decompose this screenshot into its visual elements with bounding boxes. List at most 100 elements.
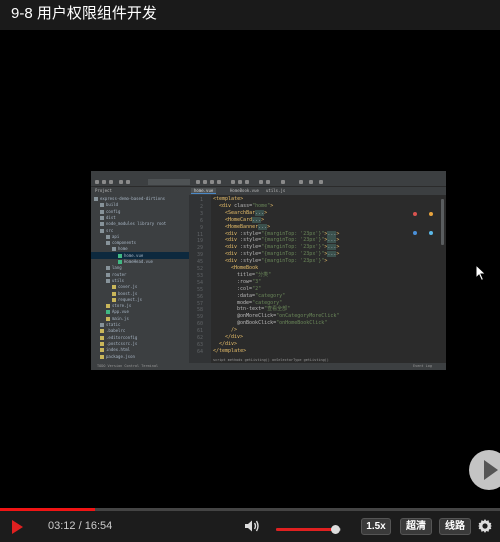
tree-item[interactable]: package.json — [100, 353, 135, 360]
tree-item-label: static — [106, 322, 121, 327]
code-token: "onHomeBookClick" — [276, 320, 328, 327]
line-number: 29 — [196, 245, 203, 252]
volume-fill — [276, 528, 336, 531]
tree-item-label: request.js — [118, 296, 143, 302]
tree-item-label: .postcssrc.js — [106, 340, 138, 346]
editor-tab[interactable]: HomeBook.vue — [227, 188, 262, 194]
tree-item[interactable]: HomeHead.vue — [118, 258, 153, 265]
line-number: 52 — [196, 266, 203, 272]
route-button[interactable]: 线路 — [439, 518, 471, 535]
tree-item-label: home.vue — [124, 252, 144, 258]
save-icon — [102, 180, 106, 184]
code-token: "{marginTop: '23px'}" — [261, 258, 325, 265]
folder-file-icon — [94, 197, 98, 201]
line-number: 59 — [196, 314, 203, 321]
revert-icon — [266, 180, 270, 184]
editor-scrollbar — [441, 199, 444, 245]
editor-tab[interactable]: utils.js — [263, 188, 288, 194]
tree-item-label: home — [118, 246, 128, 252]
tree-item-label: cover.js — [118, 284, 138, 290]
time-separator: / — [75, 520, 85, 532]
chrome-icon — [413, 212, 417, 216]
tree-item-label: components — [112, 240, 137, 246]
project-tree: express-demo-based-dirtions build config di… — [91, 195, 189, 363]
mouse-cursor-icon — [475, 264, 487, 282]
structure-icon — [309, 180, 313, 184]
header-bar: 9-8 用户权限组件开发 — [0, 0, 500, 30]
tree-item-label: .babelrc — [106, 328, 126, 334]
quality-button[interactable]: 超清 — [400, 518, 432, 535]
code-editor: <template> <div class="home"> <SearchBar..… — [213, 195, 441, 363]
tree-item-label: boost.js — [118, 290, 138, 296]
vcs-commit-icon — [245, 180, 249, 184]
back-icon — [119, 180, 123, 184]
forward-icon — [126, 180, 130, 184]
tree-item-label: dist — [106, 214, 116, 220]
tree-item-label: .editorconfig — [106, 334, 138, 340]
code-line: @onBookClick="onHomeBookClick" — [237, 319, 327, 328]
line-number: 56 — [196, 293, 203, 300]
line-number: 45 — [196, 259, 203, 266]
run-icon — [196, 180, 200, 184]
tree-item-label: build — [106, 202, 119, 208]
editor-tabs: home.vue HomeBook.vue utils.js — [189, 187, 446, 195]
coverage-icon — [210, 180, 214, 184]
edge-icon — [428, 231, 433, 235]
folder-file-icon — [100, 228, 104, 233]
line-number: 3 — [199, 210, 203, 217]
terminal-icon — [281, 180, 285, 184]
project-panel-header: Project — [91, 187, 189, 195]
safari-icon — [413, 231, 417, 235]
line-number: 54 — [196, 279, 203, 286]
ide-screenshot: Project express-demo-based-dirtions build… — [91, 171, 446, 370]
editor-gutter: 1 2 3 6 9 11 19 29 39 45 52 53 54 55 56 57 58 59 60 61 62 63 6… — [189, 195, 211, 363]
duration: 16:54 — [84, 520, 113, 532]
js-file-icon — [100, 354, 104, 359]
line-number: 55 — [196, 286, 203, 293]
volume-knob[interactable] — [331, 525, 341, 534]
ide-menubar — [91, 171, 446, 178]
line-number: 57 — [196, 300, 203, 307]
line-number: 11 — [196, 231, 203, 238]
tree-item-label: express-demo-based-dirtions — [100, 196, 166, 201]
folder-file-icon — [106, 241, 110, 246]
stop-icon — [217, 180, 221, 184]
run-config — [148, 179, 190, 185]
line-number: 1 — [199, 197, 203, 203]
tree-item-label: main.js — [112, 315, 129, 321]
line-number: 63 — [196, 341, 203, 348]
tree-item-label: config — [106, 208, 121, 214]
tree-item-label: index.html — [106, 347, 131, 353]
tree-item-label: package.json — [106, 353, 135, 359]
line-number: 39 — [196, 252, 203, 259]
tree-item-label: node_modules library root — [106, 221, 167, 227]
code-token: </template> — [213, 347, 247, 354]
line-number: 6 — [199, 217, 203, 224]
tree-item-label: api — [112, 233, 120, 239]
gear-icon[interactable] — [477, 518, 493, 534]
speed-button[interactable]: 1.5x — [361, 518, 391, 535]
code-line: </template> — [213, 347, 246, 356]
line-number: 60 — [196, 321, 203, 328]
volume-slider[interactable] — [276, 525, 341, 534]
line-number: 64 — [196, 348, 203, 355]
video-title: 9-8 用户权限组件开发 — [11, 5, 157, 22]
editor-tab[interactable]: home.vue — [191, 188, 217, 194]
play-button[interactable] — [12, 520, 23, 534]
status-left: TODO Version Control Terminal — [97, 364, 159, 368]
time-display: 03:12 / 16:54 — [48, 520, 112, 533]
tree-item-label: HomeHead.vue — [124, 259, 153, 264]
current-time: 03:12 — [48, 520, 76, 532]
code-token: @onBookClick= — [237, 320, 277, 327]
history-icon — [259, 180, 263, 184]
wrench-icon — [299, 180, 303, 184]
volume-icon[interactable] — [244, 519, 260, 533]
tree-item-label: lang — [112, 265, 122, 271]
line-number: 62 — [196, 335, 203, 341]
vcs-update-icon — [238, 180, 242, 184]
line-number: 19 — [196, 238, 203, 245]
code-token: > — [264, 209, 268, 216]
line-number: 9 — [199, 224, 203, 231]
tree-item-label: App.vue — [112, 309, 129, 315]
line-number: 58 — [196, 307, 203, 314]
